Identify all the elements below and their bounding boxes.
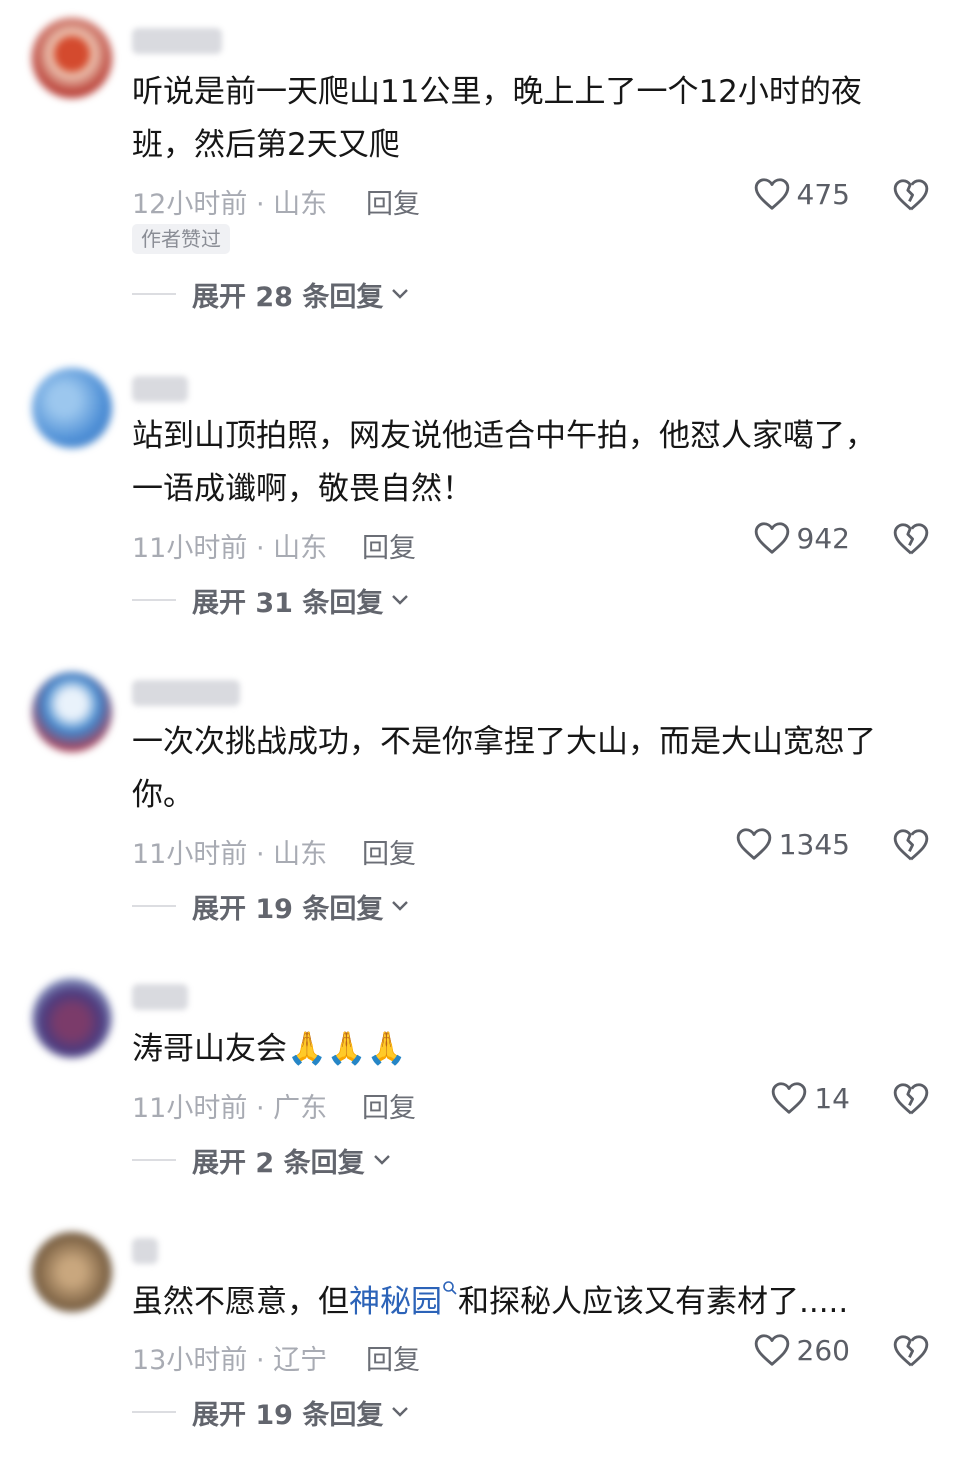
reply-button[interactable]: 回复 — [362, 1086, 416, 1125]
comment-meta: 12小时前 · 山东 回复 475 — [132, 176, 930, 220]
comment-meta: 11小时前 · 山东 回复 942 — [132, 520, 930, 564]
expand-replies-label: 展开 31 条回复 — [192, 587, 384, 619]
avatar[interactable] — [32, 672, 112, 752]
chevron-down-icon — [373, 1155, 390, 1165]
comment-list: 听说是前一天爬山11公里，晚上上了一个12小时的夜班，然后第2天又爬 12小时前… — [0, 0, 960, 1479]
broken-heart-icon[interactable] — [892, 520, 930, 558]
author-liked-badge: 作者赞过 — [132, 224, 230, 254]
reply-button[interactable]: 回复 — [366, 182, 420, 221]
expand-replies-button[interactable]: 展开 2 条回复 — [132, 1140, 391, 1180]
reply-button[interactable]: 回复 — [366, 1338, 420, 1377]
comment-text: 涛哥山友会🙏🙏🙏 — [132, 1022, 902, 1076]
broken-heart-icon[interactable] — [892, 1332, 930, 1370]
username[interactable] — [132, 376, 188, 402]
divider — [132, 293, 176, 295]
heart-icon — [736, 828, 771, 860]
expand-replies-button[interactable]: 展开 19 条回复 — [132, 1392, 409, 1432]
avatar[interactable] — [32, 18, 112, 98]
chevron-down-icon — [392, 595, 409, 605]
comment-text: 一次次挑战成功，不是你拿捏了大山，而是大山宽恕了你。 — [132, 724, 876, 813]
comment-time-location: 12小时前 · 山东 — [132, 189, 328, 220]
expand-replies-label: 展开 28 条回复 — [192, 281, 384, 313]
like-button[interactable]: 475 — [753, 176, 850, 212]
like-count: 475 — [796, 177, 850, 211]
divider — [132, 599, 176, 601]
heart-icon — [754, 1334, 789, 1366]
comment-meta: 13小时前 · 辽宁 回复 260 — [132, 1332, 930, 1376]
expand-replies-button[interactable]: 展开 28 条回复 — [132, 274, 409, 314]
topic-link[interactable]: 神秘园 — [349, 1281, 458, 1320]
comment-time-location: 11小时前 · 广东 — [132, 1093, 328, 1124]
like-button[interactable]: 1345 — [735, 826, 850, 862]
comment-time-location: 13小时前 · 辽宁 — [132, 1345, 328, 1376]
comment-meta: 11小时前 · 山东 回复 1345 — [132, 826, 930, 870]
username[interactable] — [132, 680, 240, 706]
username[interactable] — [132, 984, 188, 1010]
avatar[interactable] — [32, 978, 112, 1058]
comment-text-after: 和探秘人应该又有素材了..... — [458, 1284, 849, 1320]
broken-heart-icon[interactable] — [892, 826, 930, 864]
expand-replies-button[interactable]: 展开 31 条回复 — [132, 580, 409, 620]
comment-text-main: 涛哥山友会 — [132, 1031, 287, 1067]
comment-time-location: 11小时前 · 山东 — [132, 533, 328, 564]
broken-heart-icon[interactable] — [892, 1080, 930, 1118]
divider — [132, 905, 176, 907]
expand-replies-label: 展开 2 条回复 — [192, 1147, 365, 1179]
reply-button[interactable]: 回复 — [362, 832, 416, 871]
divider — [132, 1411, 176, 1413]
like-count: 942 — [796, 521, 850, 555]
like-count: 14 — [814, 1081, 850, 1115]
comment-text: 听说是前一天爬山11公里，晚上上了一个12小时的夜班，然后第2天又爬 — [132, 74, 862, 163]
reply-button[interactable]: 回复 — [362, 526, 416, 565]
broken-heart-icon[interactable] — [892, 176, 930, 214]
chevron-down-icon — [392, 289, 409, 299]
pray-emoji: 🙏🙏🙏 — [287, 1029, 407, 1067]
comment-text-before: 虽然不愿意，但 — [132, 1284, 349, 1320]
expand-replies-label: 展开 19 条回复 — [192, 1399, 384, 1431]
username[interactable] — [132, 28, 222, 54]
username[interactable] — [132, 1238, 158, 1264]
comment-meta: 11小时前 · 广东 回复 14 — [132, 1080, 930, 1124]
like-count: 260 — [796, 1333, 850, 1367]
avatar[interactable] — [32, 1232, 112, 1312]
like-button[interactable]: 260 — [753, 1332, 850, 1368]
divider — [132, 1159, 176, 1161]
chevron-down-icon — [392, 1407, 409, 1417]
chevron-down-icon — [392, 901, 409, 911]
avatar[interactable] — [32, 368, 112, 448]
expand-replies-button[interactable]: 展开 19 条回复 — [132, 886, 409, 926]
heart-icon — [754, 522, 789, 554]
like-count: 1345 — [778, 827, 850, 861]
expand-replies-label: 展开 19 条回复 — [192, 893, 384, 925]
comment-text: 站到山顶拍照，网友说他适合中午拍，他怼人家噶了，一语成谶啊，敬畏自然！ — [132, 418, 876, 507]
like-button[interactable]: 14 — [770, 1080, 850, 1116]
like-button[interactable]: 942 — [753, 520, 850, 556]
comment-time-location: 11小时前 · 山东 — [132, 839, 328, 870]
heart-icon — [772, 1082, 807, 1114]
search-icon — [443, 1281, 457, 1295]
comment-text: 虽然不愿意，但神秘园 和探秘人应该又有素材了..... — [132, 1276, 922, 1329]
heart-icon — [754, 178, 789, 210]
topic-link-label: 神秘园 — [349, 1284, 442, 1320]
